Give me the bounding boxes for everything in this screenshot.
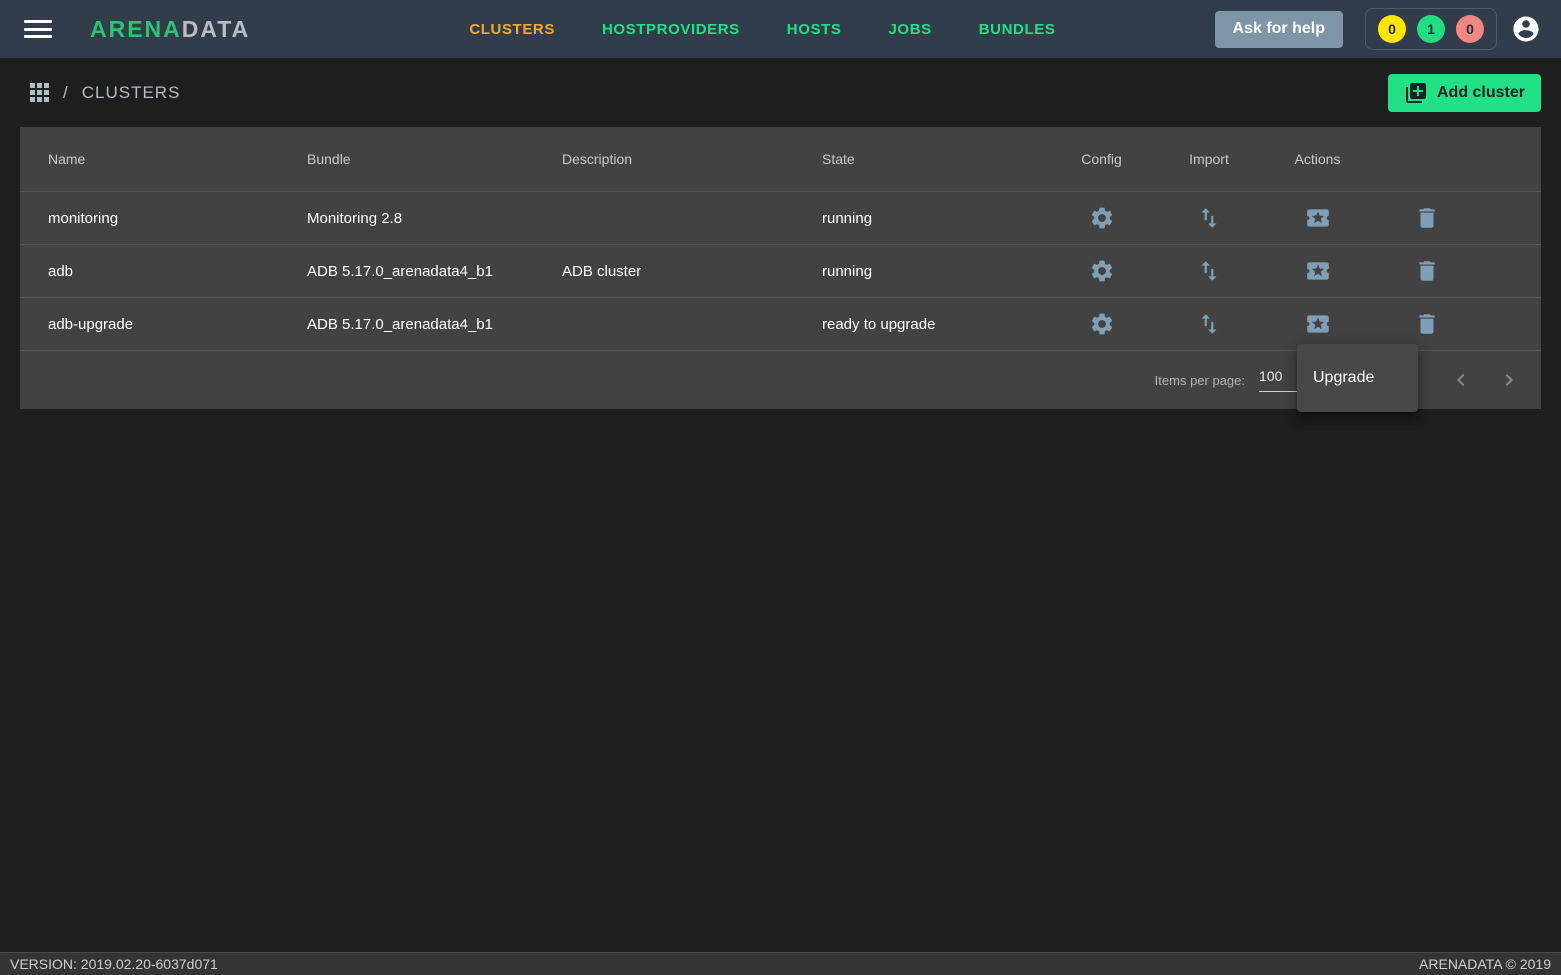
copyright-text: ARENADATA © 2019: [1419, 956, 1551, 972]
nav-clusters[interactable]: CLUSTERS: [469, 21, 555, 38]
cell-bundle: ADB 5.17.0_arenadata4_b1: [307, 263, 562, 280]
config-gear-icon[interactable]: [1085, 254, 1119, 288]
col-header-name: Name: [48, 151, 307, 167]
cell-name: adb: [48, 263, 307, 280]
logo-part-green: ARENA: [90, 16, 182, 42]
nav-jobs[interactable]: JOBS: [888, 21, 931, 38]
main-nav: CLUSTERS HOSTPROVIDERS HOSTS JOBS BUNDLE…: [310, 21, 1214, 38]
config-gear-icon[interactable]: [1085, 201, 1119, 235]
cell-state: running: [822, 263, 1048, 280]
arenadata-logo[interactable]: ARENADATA: [90, 16, 250, 43]
table-row[interactable]: adb ADB 5.17.0_arenadata4_b1 ADB cluster…: [20, 244, 1541, 297]
next-page-button[interactable]: [1497, 368, 1521, 392]
table-row[interactable]: monitoring Monitoring 2.8 running: [20, 191, 1541, 244]
cell-state: ready to upgrade: [822, 316, 1048, 333]
add-cluster-label: Add cluster: [1437, 84, 1525, 102]
apps-grid-icon[interactable]: [30, 83, 49, 102]
breadcrumb-separator: /: [63, 83, 68, 103]
jobs-running-badge[interactable]: 0: [1456, 15, 1484, 43]
col-header-description: Description: [562, 151, 822, 167]
table-header-row: Name Bundle Description State Config Imp…: [20, 127, 1541, 191]
upgrade-menu: Upgrade: [1297, 344, 1418, 412]
table-row[interactable]: adb-upgrade ADB 5.17.0_arenadata4_b1 rea…: [20, 297, 1541, 350]
top-navbar: ARENADATA CLUSTERS HOSTPROVIDERS HOSTS J…: [0, 0, 1561, 58]
col-header-actions: Actions: [1295, 151, 1341, 167]
items-per-page-label: Items per page:: [1155, 373, 1245, 388]
run-action-icon[interactable]: [1301, 307, 1335, 341]
app-footer: VERSION: 2019.02.20-6037d071 ARENADATA ©…: [0, 952, 1561, 975]
job-status-badges: 0 1 0: [1365, 8, 1497, 50]
col-header-state: State: [822, 151, 1048, 167]
cell-state: running: [822, 210, 1048, 227]
items-per-page-select[interactable]: 100: [1259, 368, 1299, 392]
breadcrumb-current[interactable]: CLUSTERS: [82, 83, 181, 103]
delete-trash-icon[interactable]: [1410, 254, 1444, 288]
cell-description: ADB cluster: [562, 263, 822, 280]
jobs-success-badge[interactable]: 1: [1417, 15, 1445, 43]
col-header-bundle: Bundle: [307, 151, 562, 167]
logo-part-gray: DATA: [182, 16, 250, 42]
nav-hosts[interactable]: HOSTS: [787, 21, 842, 38]
add-cluster-button[interactable]: Add cluster: [1388, 74, 1541, 112]
import-export-icon[interactable]: [1192, 254, 1226, 288]
run-action-icon[interactable]: [1301, 254, 1335, 288]
cell-bundle: ADB 5.17.0_arenadata4_b1: [307, 316, 562, 333]
previous-page-button[interactable]: [1449, 368, 1473, 392]
nav-hostproviders[interactable]: HOSTPROVIDERS: [602, 21, 740, 38]
delete-trash-icon[interactable]: [1410, 307, 1444, 341]
delete-trash-icon[interactable]: [1410, 201, 1444, 235]
menu-hamburger-icon[interactable]: [24, 18, 52, 40]
upgrade-menu-item[interactable]: Upgrade: [1297, 354, 1418, 402]
col-header-config: Config: [1081, 151, 1121, 167]
cell-bundle: Monitoring 2.8: [307, 210, 562, 227]
breadcrumb-bar: / CLUSTERS Add cluster: [0, 58, 1561, 127]
ask-for-help-button[interactable]: Ask for help: [1215, 11, 1343, 48]
version-text: VERSION: 2019.02.20-6037d071: [10, 956, 218, 972]
run-action-icon[interactable]: [1301, 201, 1335, 235]
col-header-import: Import: [1189, 151, 1229, 167]
import-export-icon[interactable]: [1192, 201, 1226, 235]
cell-name: monitoring: [48, 210, 307, 227]
jobs-failed-badge[interactable]: 0: [1378, 15, 1406, 43]
config-gear-icon[interactable]: [1085, 307, 1119, 341]
cell-name: adb-upgrade: [48, 316, 307, 333]
library-add-icon: [1404, 81, 1428, 105]
import-export-icon[interactable]: [1192, 307, 1226, 341]
nav-bundles[interactable]: BUNDLES: [979, 21, 1056, 38]
account-icon[interactable]: [1511, 14, 1541, 44]
